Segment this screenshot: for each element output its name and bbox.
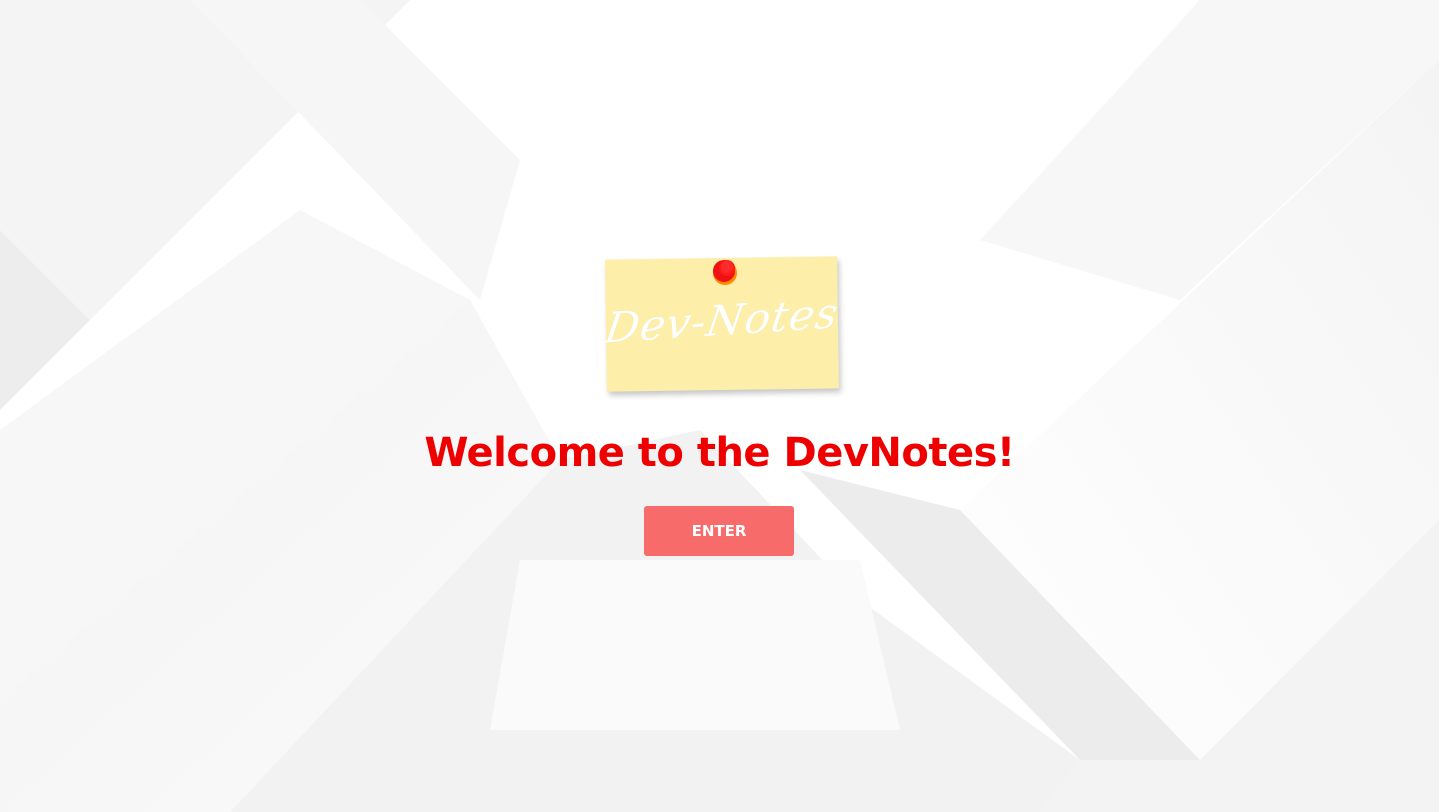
- welcome-title: Welcome to the DevNotes!: [424, 430, 1015, 476]
- logo-text: Dev-Notes: [601, 288, 842, 353]
- logo: Dev-Notes: [601, 254, 842, 396]
- pushpin-icon: [713, 260, 737, 285]
- landing-page: Dev-Notes Welcome to the DevNotes! ENTER: [0, 0, 1439, 812]
- background-pattern: [0, 0, 1439, 812]
- enter-button[interactable]: ENTER: [644, 506, 794, 556]
